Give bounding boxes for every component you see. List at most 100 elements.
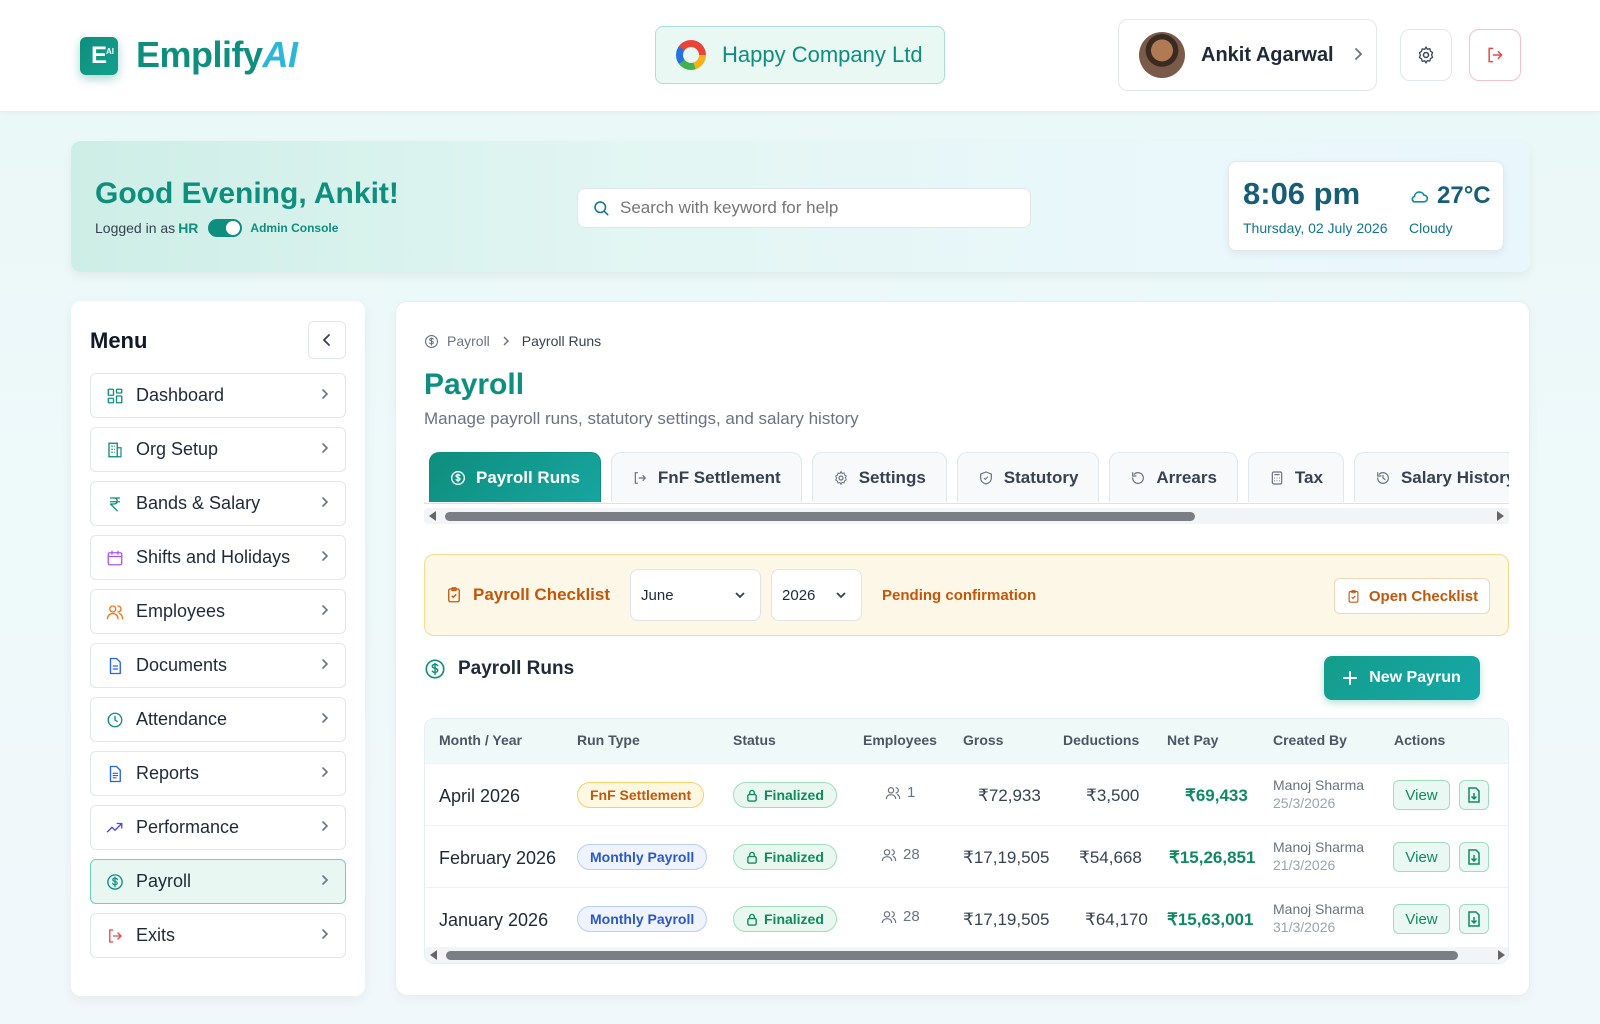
view-button[interactable]: View [1393, 780, 1450, 810]
sidebar-item-label: Exits [136, 925, 176, 945]
sidebar-item-dashboard[interactable]: Dashboard [90, 373, 346, 418]
admin-console-label: Admin Console [250, 221, 339, 235]
sidebar-item-documents[interactable]: Documents [90, 643, 346, 688]
user-profile-button[interactable]: Ankit Agarwal [1118, 19, 1377, 91]
table-row[interactable]: April 2026 FnF Settlement Finalized 1 ₹7… [425, 763, 1508, 825]
status-label: Finalized [764, 849, 824, 865]
download-icon [1468, 849, 1480, 865]
created-by: Manoj Sharma 21/3/2026 [1273, 838, 1364, 874]
creator-name: Manoj Sharma [1273, 839, 1365, 855]
created-date: 21/3/2026 [1273, 857, 1336, 873]
download-button[interactable] [1459, 780, 1489, 810]
company-selector[interactable]: Happy Company Ltd [655, 26, 945, 84]
sidebar-item-attendance[interactable]: Attendance [90, 697, 346, 742]
company-name: Happy Company Ltd [722, 42, 923, 67]
scrollbar-thumb[interactable] [446, 951, 1458, 960]
sidebar-item-label: Employees [136, 601, 226, 621]
tab-settings[interactable]: Settings [811, 452, 947, 502]
sidebar-item-exits[interactable]: Exits [90, 913, 346, 958]
sidebar-item-employees[interactable]: Employees [90, 589, 346, 634]
sidebar-item-label: Bands & Salary [136, 493, 261, 513]
created-date: 31/3/2026 [1273, 919, 1336, 935]
collapse-menu-button[interactable] [308, 321, 346, 359]
grid-icon [106, 387, 124, 405]
sidebar-item-org-setup[interactable]: Org Setup [90, 427, 346, 472]
lock-icon [747, 789, 757, 802]
tab-arrears[interactable]: Arrears [1109, 452, 1238, 502]
month-select[interactable]: June [630, 569, 762, 621]
dollar-circle-icon [450, 470, 466, 486]
logout-icon [1488, 47, 1503, 63]
greeting-banner: Good Evening, Ankit! Logged in as HR Adm… [71, 141, 1530, 272]
tab-statutory[interactable]: Statutory [956, 452, 1100, 502]
year-value: 2026 [782, 586, 816, 604]
sidebar-item-reports[interactable]: Reports [90, 751, 346, 796]
download-button[interactable] [1459, 904, 1489, 934]
trending-icon [106, 819, 124, 837]
tabs-scrollbar[interactable] [424, 508, 1509, 524]
chevron-right-icon [321, 441, 329, 459]
download-icon [1468, 787, 1480, 803]
year-select[interactable]: 2026 [771, 569, 863, 621]
scroll-left-icon[interactable] [430, 950, 437, 960]
download-button[interactable] [1459, 842, 1489, 872]
employee-count: 28 [881, 908, 920, 925]
user-name: Ankit Agarwal [1201, 43, 1334, 66]
run-type-badge: Monthly Payroll [577, 844, 708, 870]
open-checklist-button[interactable]: Open Checklist [1334, 578, 1490, 614]
users-icon [106, 603, 124, 621]
sidebar-item-bands-salary[interactable]: Bands & Salary [90, 481, 346, 526]
logout-button[interactable] [1469, 29, 1521, 81]
download-icon [1468, 911, 1480, 927]
view-button[interactable]: View [1393, 842, 1450, 872]
login-info: Logged in as HR Admin Console [95, 219, 338, 237]
run-type-badge: Monthly Payroll [577, 906, 708, 932]
sidebar-menu: Menu Dashboard Org Setup Bands & Salary … [71, 301, 365, 996]
view-button[interactable]: View [1393, 904, 1450, 934]
tab-label: Settings [858, 467, 926, 487]
scrollbar-thumb[interactable] [445, 512, 1195, 521]
column-header: Deductions [1063, 732, 1140, 748]
users-icon [881, 848, 897, 861]
column-header: Gross [963, 732, 1004, 748]
breadcrumb-parent[interactable]: Payroll [447, 333, 490, 349]
tab-payroll-runs[interactable]: Payroll Runs [429, 452, 601, 502]
search-input[interactable] [620, 198, 1000, 218]
creator-name: Manoj Sharma [1273, 777, 1365, 793]
sidebar-item-payroll[interactable]: Payroll [90, 859, 346, 904]
new-payrun-button[interactable]: New Payrun [1324, 656, 1480, 700]
help-search[interactable] [577, 188, 1031, 228]
scroll-right-icon[interactable] [1497, 511, 1504, 521]
scroll-left-icon[interactable] [429, 511, 436, 521]
dollar-circle-icon [425, 334, 438, 348]
logo-sup: AI [106, 47, 114, 56]
admin-console-toggle[interactable] [208, 219, 243, 237]
column-header: Status [733, 732, 776, 748]
scroll-right-icon[interactable] [1498, 950, 1505, 960]
sidebar-item-shifts-holidays[interactable]: Shifts and Holidays [90, 535, 346, 580]
calendar-icon [106, 549, 124, 567]
table-scrollbar[interactable] [425, 947, 1508, 963]
column-header: Actions [1394, 732, 1446, 748]
tab-fnf-settlement[interactable]: FnF Settlement [610, 452, 802, 502]
breadcrumb-current: Payroll Runs [521, 333, 602, 349]
tab-salary-history[interactable]: Salary History [1353, 452, 1509, 502]
table-row[interactable]: February 2026 Monthly Payroll Finalized … [425, 825, 1508, 887]
deductions-value: ₹54,668 [1079, 848, 1142, 867]
clipboard-check-icon [448, 587, 460, 603]
history-icon [1375, 470, 1391, 486]
tab-label: Tax [1294, 467, 1323, 487]
table-row[interactable]: January 2026 Monthly Payroll Finalized 2… [425, 887, 1508, 949]
sidebar-item-label: Payroll [136, 871, 192, 891]
employee-count-value: 28 [903, 908, 920, 925]
chevron-right-icon [321, 603, 329, 621]
new-payrun-label: New Payrun [1369, 669, 1461, 686]
row-month: January 2026 [439, 910, 549, 930]
gear-icon [1418, 46, 1434, 64]
payroll-runs-heading: Payroll Runs [424, 658, 574, 680]
tab-tax[interactable]: Tax [1247, 452, 1344, 502]
settings-button[interactable] [1400, 29, 1452, 81]
net-pay-value: ₹15,26,851 [1169, 848, 1256, 867]
sidebar-item-performance[interactable]: Performance [90, 805, 346, 850]
status-badge: Finalized [733, 782, 837, 808]
